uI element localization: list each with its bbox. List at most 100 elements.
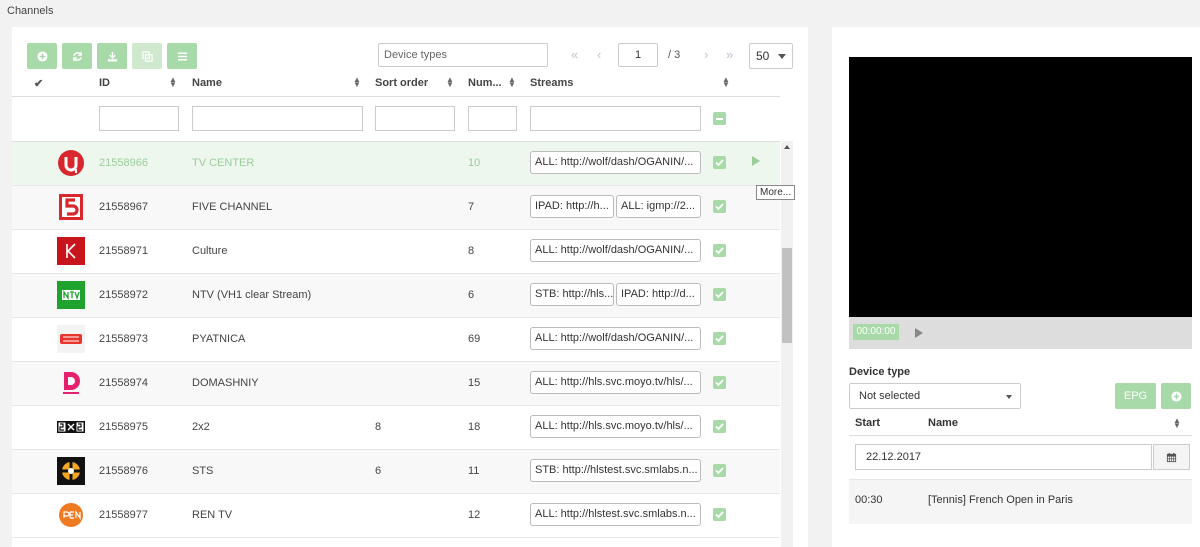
check-icon	[715, 467, 724, 475]
culture-logo	[57, 237, 85, 265]
date-input[interactable]: 22.12.2017	[855, 444, 1152, 470]
stream-field[interactable]: ALL: http://wolf/dash/OGANIN/...	[530, 239, 701, 262]
table-scrollbar[interactable]	[781, 141, 793, 547]
program-start: 00:30	[855, 494, 883, 506]
preview-panel: 00:00:00 Device type Not selected EPG St…	[832, 27, 1200, 547]
download-button[interactable]	[97, 43, 127, 69]
stream-field[interactable]: ALL: http://hls.svc.moyo.tv/hls/...	[530, 415, 701, 438]
cell-id: 21558967	[99, 201, 148, 213]
table-row[interactable]: 21558967 FIVE CHANNEL 7 IPAD: http://h..…	[12, 186, 780, 230]
row-checkbox[interactable]	[713, 244, 726, 257]
play-icon[interactable]	[752, 156, 760, 166]
table-row[interactable]: 21558977 REN TV 12 ALL: http://hlstest.s…	[12, 494, 780, 538]
number-filter-input[interactable]	[468, 106, 517, 131]
row-checkbox[interactable]	[713, 200, 726, 213]
epg-program-row[interactable]: 00:30 [Tennis] French Open in Paris	[849, 479, 1192, 524]
header-program-name[interactable]: Name	[928, 417, 958, 429]
cell-sort: 8	[375, 421, 382, 433]
sts-logo	[57, 457, 85, 485]
player-controls: 00:00:00	[849, 317, 1192, 349]
sort-icon[interactable]: ▲ ▼	[446, 76, 454, 89]
stream-field[interactable]: ALL: igmp://2...	[616, 195, 701, 218]
stream-field[interactable]: IPAD: http://h...	[530, 195, 614, 218]
sort-icon[interactable]: ▲ ▼	[508, 76, 516, 89]
cell-id: 21558977	[99, 509, 148, 521]
table-row[interactable]: 21558972 NTV (VH1 clear Stream) 6 STB: h…	[12, 274, 780, 318]
stream-field[interactable]: IPAD: http://d...	[616, 283, 701, 306]
cell-id: 21558971	[99, 245, 148, 257]
refresh-button[interactable]	[62, 43, 92, 69]
sort-icon[interactable]: ▲ ▼	[722, 76, 730, 89]
header-start[interactable]: Start	[855, 417, 880, 429]
cell-name: TV CENTER	[192, 157, 255, 169]
stream-field[interactable]: ALL: http://hls.svc.moyo.tv/hls/...	[530, 371, 701, 394]
table-row[interactable]: 21558975 2x2 8 18 ALL: http://hls.svc.mo…	[12, 406, 780, 450]
check-icon	[715, 159, 724, 167]
row-checkbox[interactable]	[713, 376, 726, 389]
id-filter-input[interactable]	[99, 106, 179, 131]
header-streams[interactable]: Streams	[530, 77, 573, 89]
page-number-input[interactable]	[618, 43, 658, 67]
chevron-down-icon	[778, 54, 786, 59]
scrollbar-thumb[interactable]	[782, 248, 792, 343]
row-checkbox[interactable]	[713, 464, 726, 477]
row-checkbox[interactable]	[713, 288, 726, 301]
table-row[interactable]: 21558966 TV CENTER 10 ALL: http://wolf/d…	[12, 142, 780, 186]
header-sort-order[interactable]: Sort order	[375, 77, 428, 89]
check-icon	[715, 247, 724, 255]
cell-number: 10	[468, 157, 481, 169]
check-icon	[715, 511, 724, 519]
device-types-search-input[interactable]	[378, 43, 548, 67]
domashniy-logo	[63, 372, 80, 394]
name-filter-input[interactable]	[192, 106, 363, 131]
first-page-icon[interactable]: «	[571, 47, 578, 62]
page-size-select[interactable]: 50	[749, 43, 793, 69]
stream-field[interactable]: ALL: http://hlstest.svc.smlabs.n...	[530, 503, 701, 526]
stream-field[interactable]: ALL: http://wolf/dash/OGANIN/...	[530, 151, 701, 174]
device-type-select[interactable]: Not selected	[849, 383, 1021, 409]
table-row[interactable]: 21558973 PYATNICA 69 ALL: http://wolf/da…	[12, 318, 780, 362]
sort-order-filter-input[interactable]	[375, 106, 455, 131]
check-all-icon[interactable]: ✔	[34, 77, 43, 90]
cell-number: 12	[468, 509, 481, 521]
table-row[interactable]: 21558976 STS 6 11 STB: http://hlstest.sv…	[12, 450, 780, 494]
refresh-icon	[72, 51, 82, 61]
table-row[interactable]: 21558974 DOMASHNIY 15 ALL: http://hls.sv…	[12, 362, 780, 406]
sort-icon[interactable]: ▲ ▼	[1173, 417, 1181, 430]
2x2-logo	[57, 421, 85, 433]
table-row[interactable]: 21558971 Culture 8 ALL: http://wolf/dash…	[12, 230, 780, 274]
header-number[interactable]: Num...	[468, 77, 502, 89]
chevron-down-icon	[1006, 395, 1012, 399]
last-page-icon[interactable]: »	[726, 47, 733, 62]
header-id[interactable]: ID	[99, 77, 110, 89]
sort-icon[interactable]: ▲ ▼	[169, 76, 177, 89]
epg-button[interactable]: EPG	[1115, 383, 1156, 409]
row-checkbox[interactable]	[713, 332, 726, 345]
sort-icon[interactable]: ▲ ▼	[353, 76, 361, 89]
row-checkbox[interactable]	[713, 420, 726, 433]
copy-button[interactable]	[132, 43, 162, 69]
stream-field[interactable]: STB: http://hls...	[530, 283, 614, 306]
cell-number: 18	[468, 421, 481, 433]
toggle-filter-checkbox[interactable]	[713, 112, 726, 125]
prev-page-icon[interactable]: ‹	[597, 47, 601, 62]
next-page-icon[interactable]: ›	[704, 47, 708, 62]
list-menu-button[interactable]	[167, 43, 197, 69]
calendar-button[interactable]	[1153, 444, 1190, 470]
streams-filter-input[interactable]	[530, 106, 701, 131]
add-epg-button[interactable]	[1161, 383, 1191, 409]
scroll-up-icon[interactable]	[784, 145, 790, 149]
breadcrumb: Channels	[7, 5, 54, 17]
epg-header-divider	[849, 435, 1192, 436]
cell-name: 2x2	[192, 421, 210, 433]
header-name[interactable]: Name	[192, 77, 222, 89]
row-checkbox[interactable]	[713, 508, 726, 521]
check-icon	[715, 203, 724, 211]
row-checkbox[interactable]	[713, 156, 726, 169]
add-button[interactable]	[27, 43, 57, 69]
play-icon[interactable]	[915, 328, 923, 338]
stream-field[interactable]: STB: http://hlstest.svc.smlabs.n...	[530, 459, 701, 482]
video-player[interactable]	[849, 57, 1192, 317]
stream-field[interactable]: ALL: http://wolf/dash/OGANIN/...	[530, 327, 701, 350]
page-size-value: 50	[756, 49, 770, 63]
